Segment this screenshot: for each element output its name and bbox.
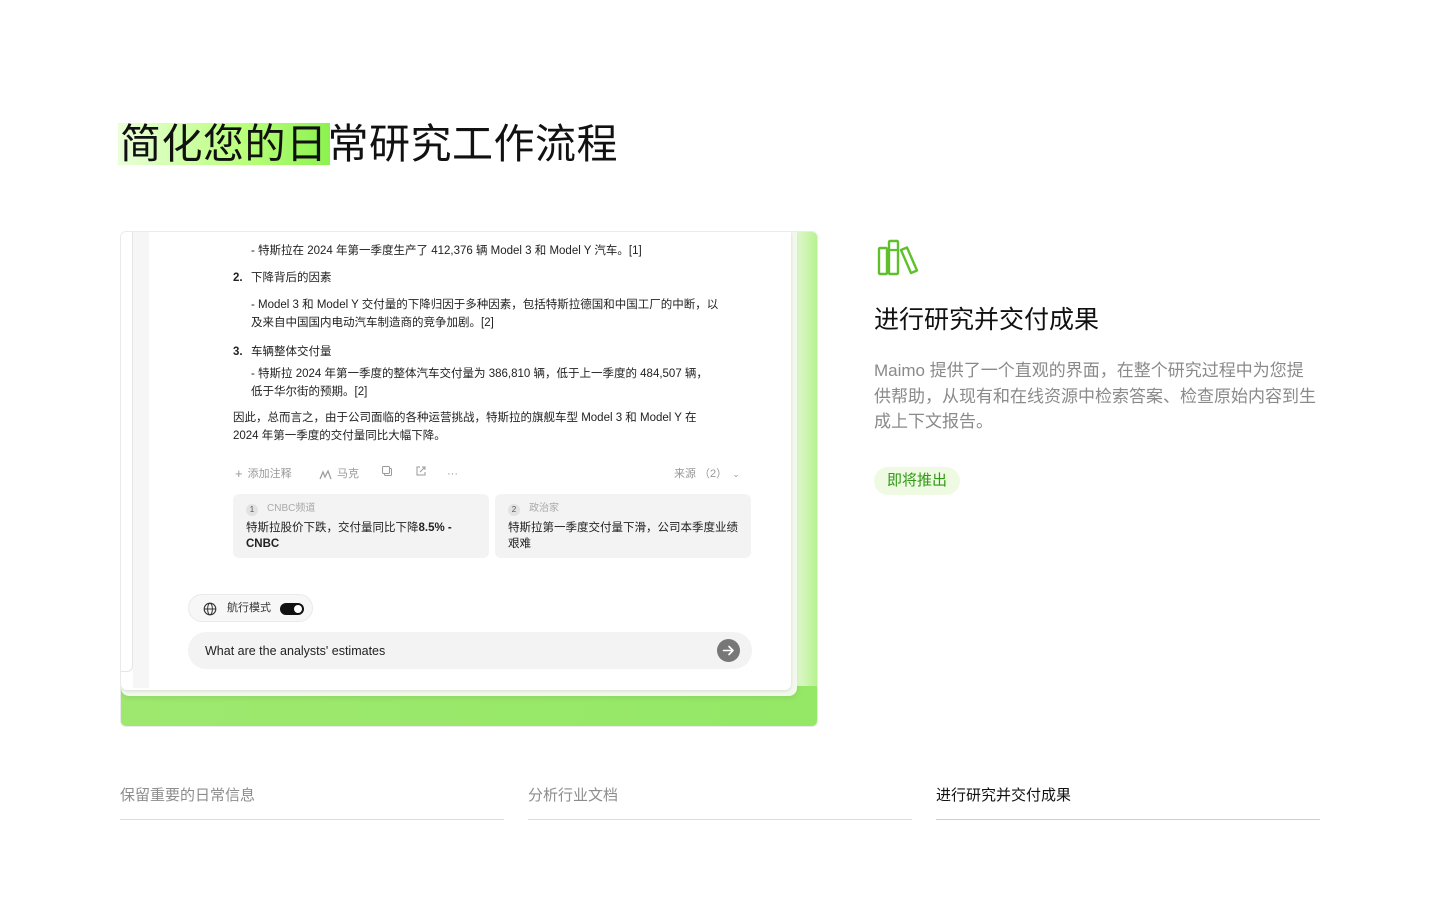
source-card[interactable]: 1 CNBC频道 特斯拉股价下跌，交付量同比下降8.5% - CNBC xyxy=(233,494,489,558)
external-link-icon xyxy=(416,466,426,476)
source-name: 政治家 xyxy=(529,503,559,514)
tab-label: 分析行业文档 xyxy=(528,787,619,804)
conclusion-line: 因此，总而言之，由于公司面临的各种运营挑战，特斯拉的旗舰车型 Model 3 和… xyxy=(233,412,697,424)
source-title: 特斯拉股价下跌，交付量同比下降8.5% - CNBC xyxy=(246,522,452,550)
more-button[interactable]: ··· xyxy=(447,465,458,483)
share-button[interactable] xyxy=(415,465,427,477)
navigation-mode-pill: 航行模式 xyxy=(188,594,313,622)
navigation-mode-label: 航行模式 xyxy=(227,602,271,614)
copy-button[interactable] xyxy=(381,465,393,477)
chat-input[interactable] xyxy=(205,632,705,669)
answer-line: 低于华尔街的预期。[2] xyxy=(251,386,368,398)
feature-description: Maimo 提供了一个直观的界面，在整个研究过程中为您提供帮助，从现有和在线资源… xyxy=(874,361,1316,431)
mark-button[interactable]: 马克 xyxy=(319,465,359,483)
answer-toolbar: + 添加注释 马克 ··· 来源 （2） ⌄ xyxy=(233,465,753,483)
list-heading: 下降背后的因素 xyxy=(251,272,332,284)
conclusion-line: 2024 年第一季度的交付量同比大幅下降。 xyxy=(233,430,446,442)
app-window: - 特斯拉在 2024 年第一季度生产了 412,376 辆 Model 3 和… xyxy=(121,232,791,690)
navigation-mode-toggle[interactable] xyxy=(280,603,304,615)
send-button[interactable] xyxy=(717,639,740,662)
chat-input-box xyxy=(188,632,752,669)
window-left-edge xyxy=(121,232,133,672)
arrow-right-icon xyxy=(722,645,734,656)
list-number: 2. xyxy=(233,272,243,284)
page: 简化您的日常研究工作流程 - 特斯拉在 2024 年第一季度生产了 412,37… xyxy=(0,0,1440,900)
tab-label: 进行研究并交付成果 xyxy=(936,787,1072,804)
mark-label: 马克 xyxy=(337,468,359,480)
sources-toggle[interactable]: 来源 （2） ⌄ xyxy=(674,465,740,483)
feature-title: 进行研究并交付成果 xyxy=(874,306,1100,334)
more-icon: ··· xyxy=(447,468,458,480)
list-number: 3. xyxy=(233,346,243,358)
coming-soon-badge: 即将推出 xyxy=(874,467,961,495)
answer-line: - 特斯拉在 2024 年第一季度生产了 412,376 辆 Model 3 和… xyxy=(251,245,642,257)
books-icon xyxy=(877,239,919,276)
source-index: 1 xyxy=(246,504,258,516)
page-title: 简化您的日常研究工作流程 xyxy=(120,118,618,170)
signature-icon xyxy=(319,469,332,479)
list-heading: 车辆整体交付量 xyxy=(251,346,332,358)
copy-icon xyxy=(382,466,392,476)
tab-label: 保留重要的日常信息 xyxy=(120,787,256,804)
source-name: CNBC频道 xyxy=(267,503,316,514)
tab-research-deliver[interactable]: 进行研究并交付成果 xyxy=(936,785,1320,820)
chevron-down-icon: ⌄ xyxy=(732,469,740,479)
plus-icon: + xyxy=(235,466,243,481)
tab-industry-docs[interactable]: 分析行业文档 xyxy=(528,785,912,820)
product-screenshot: - 特斯拉在 2024 年第一季度生产了 412,376 辆 Model 3 和… xyxy=(120,231,818,727)
answer-line: - Model 3 和 Model Y 交付量的下降归因于多种因素，包括特斯拉德… xyxy=(251,299,719,311)
title-rest: 常研究工作流程 xyxy=(327,121,618,167)
source-card[interactable]: 2 政治家 特斯拉第一季度交付量下滑，公司本季度业绩艰难 xyxy=(495,494,751,558)
tab-daily-info[interactable]: 保留重要的日常信息 xyxy=(120,785,504,820)
source-index: 2 xyxy=(508,504,520,516)
title-highlight: 简化您的日 xyxy=(120,121,328,167)
answer-line: 及来自中国国内电动汽车制造商的竞争加剧。[2] xyxy=(251,317,494,329)
globe-icon xyxy=(203,602,217,616)
answer-line: - 特斯拉 2024 年第一季度的整体汽车交付量为 386,810 辆，低于上一… xyxy=(251,368,708,380)
sources-label: 来源 （2） xyxy=(674,468,728,480)
source-title: 特斯拉第一季度交付量下滑，公司本季度业绩艰难 xyxy=(508,522,738,550)
sidebar-strip xyxy=(133,232,149,688)
add-note-label: 添加注释 xyxy=(247,468,292,480)
add-note-button[interactable]: + 添加注释 xyxy=(235,465,292,483)
